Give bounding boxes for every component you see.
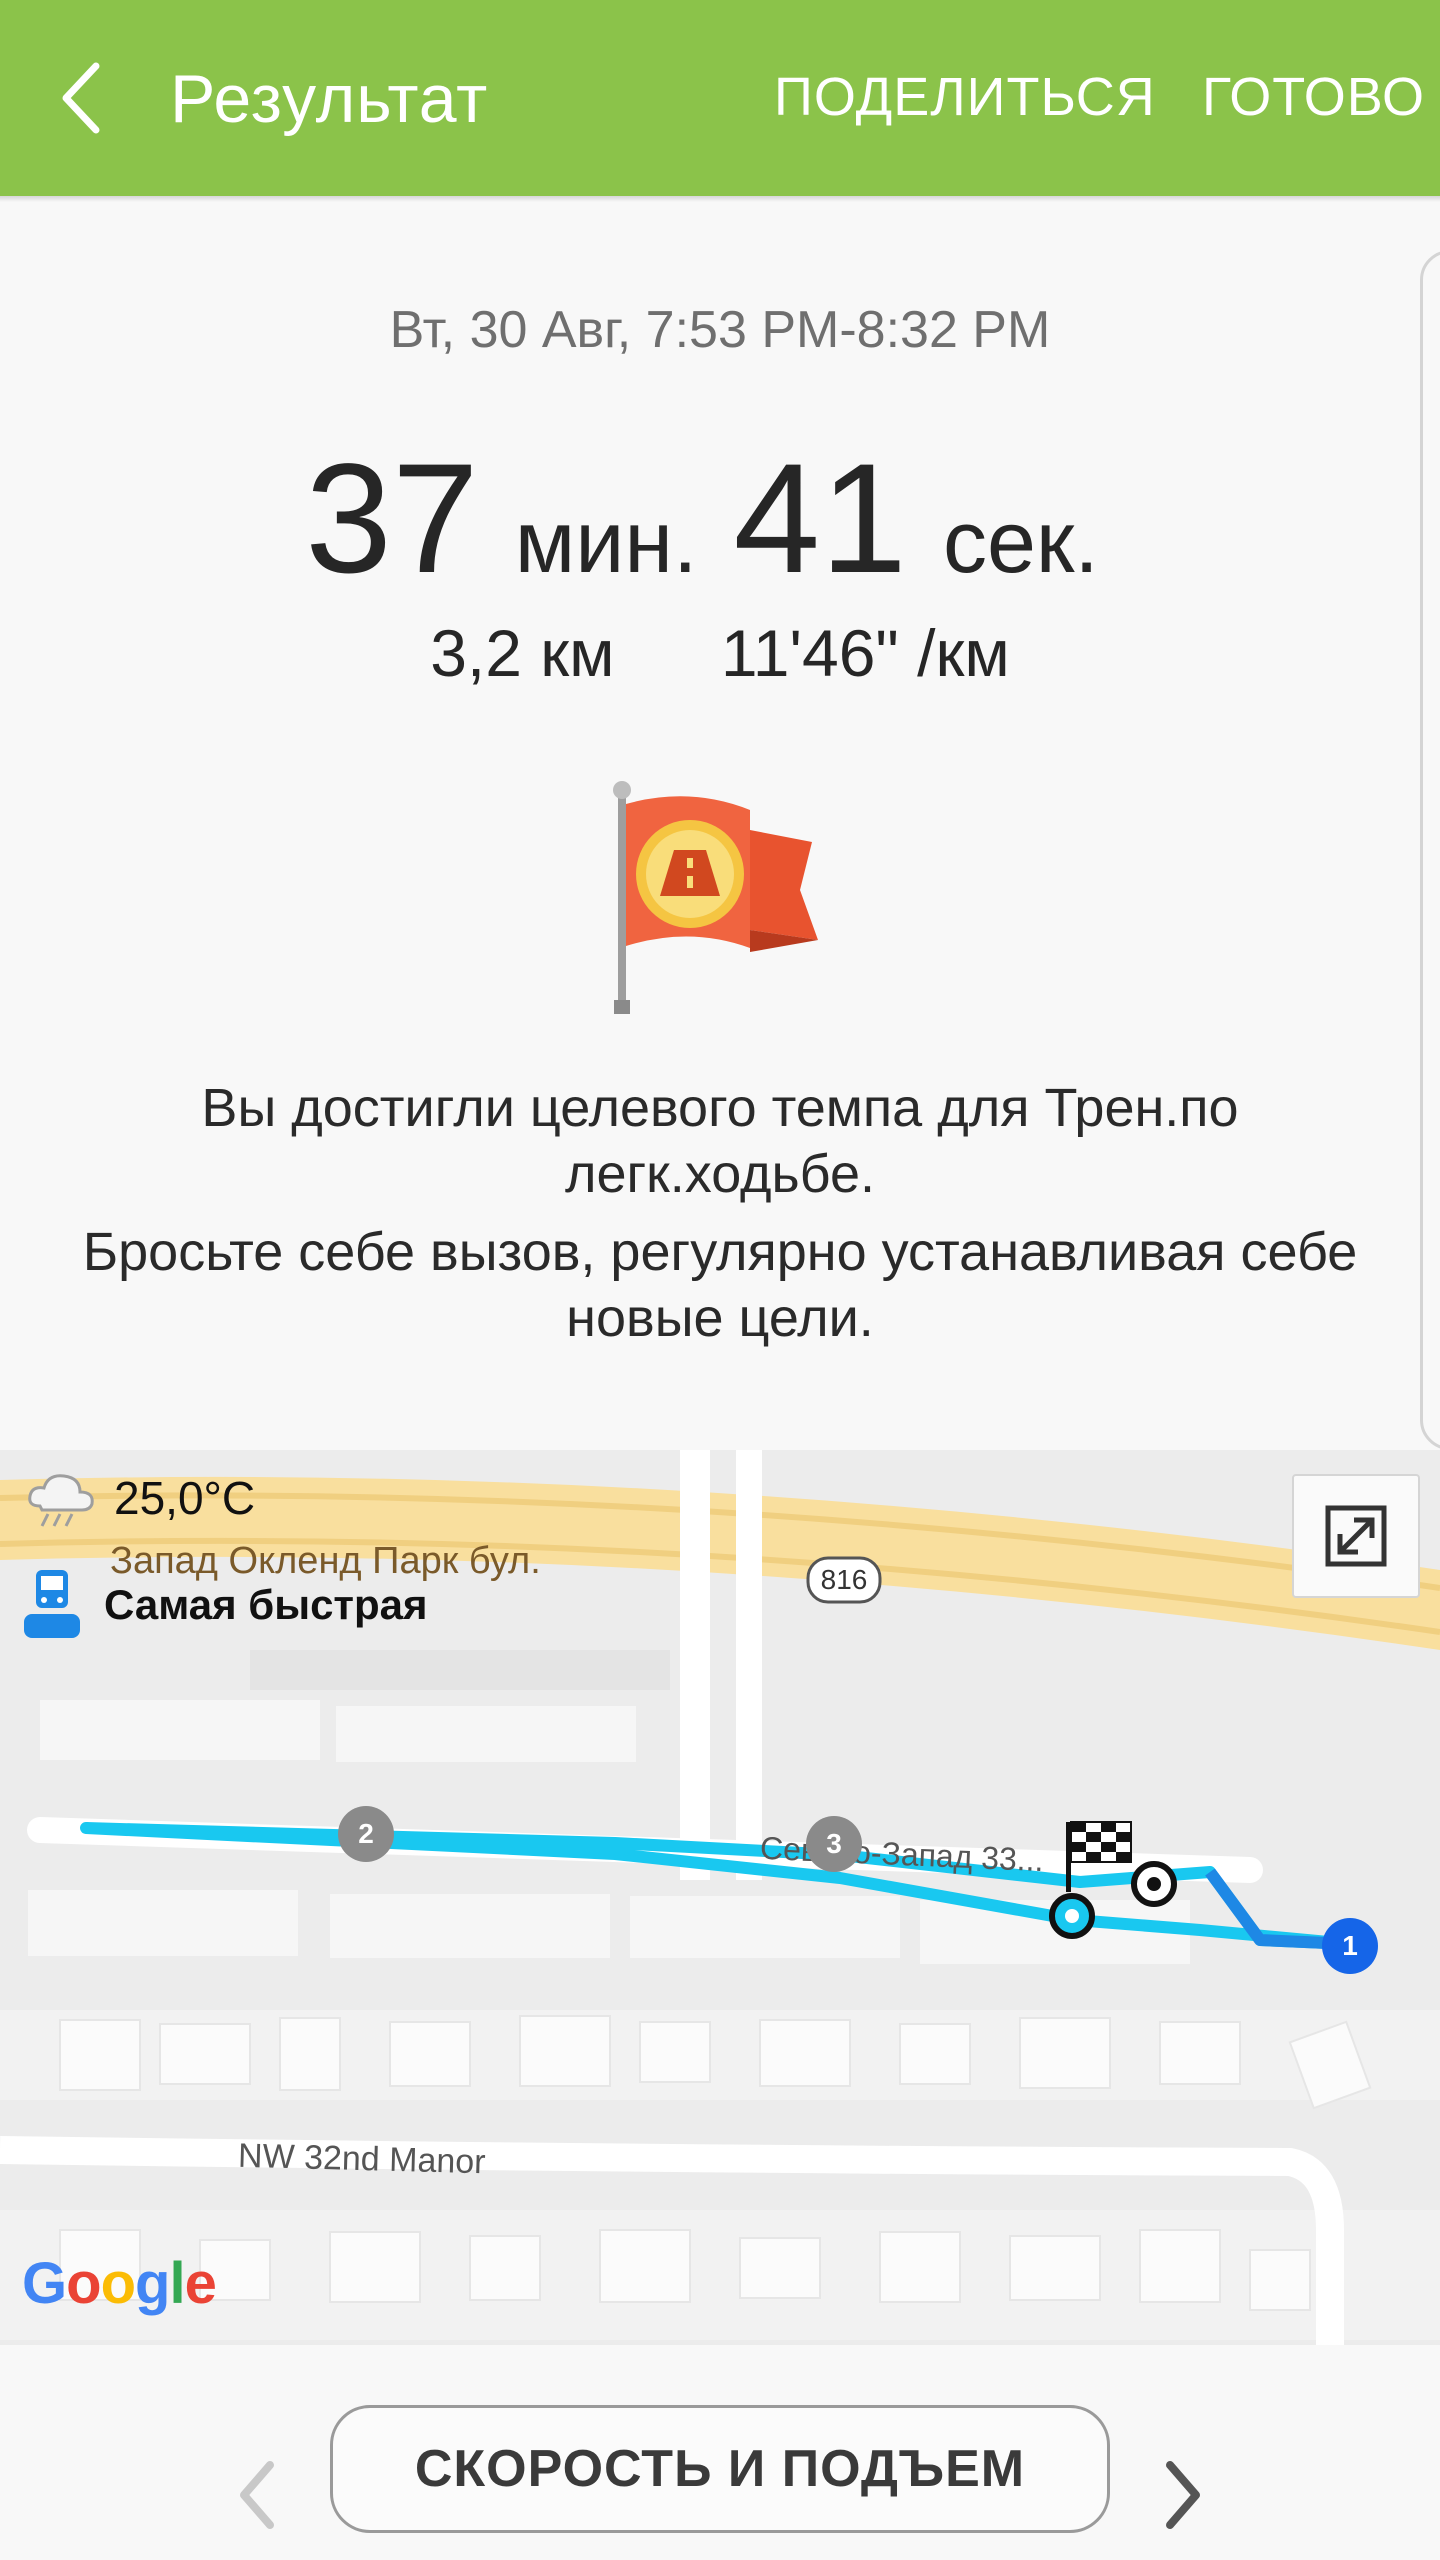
route-marker-3[interactable]: 3 [806,1816,862,1872]
route-map[interactable]: 816 25,0°C Запад Окленд Парк бул. Самая … [0,1450,1440,2345]
page-title: Результат [170,61,489,137]
route-marker-2[interactable]: 2 [338,1806,394,1862]
start-point-icon [1049,1893,1095,1939]
transport-label: Самая быстрая [104,1581,428,1628]
duration-seconds: 41 [733,432,907,606]
speed-elevation-button[interactable]: СКОРОСТЬ И ПОДЪЕМ [330,2405,1110,2533]
workout-datetime: Вт, 30 Авг, 7:53 PM-8:32 PM [389,301,1051,359]
message-line-2: Бросьте себе вызов, регулярно устанавлив… [82,1222,1358,1348]
google-logo: Google [22,2251,217,2316]
temperature-label: 25,0°C [114,1472,256,1524]
message-line-1: Вы достигли целевого темпа для Трен.по л… [201,1078,1239,1204]
done-button[interactable]: ГОТОВО [1202,66,1425,128]
expand-map-button[interactable] [1292,1474,1420,1598]
app-bar-shadow [0,196,1440,202]
workout-pace: 11'46" /км [720,616,1010,690]
bus-icon [24,1570,80,1638]
duration-minutes-unit: мин. [514,492,698,591]
end-point-icon [1131,1861,1177,1907]
route-marker-1[interactable]: 1 [1322,1918,1378,1974]
workout-distance: 3,2 км [430,616,615,690]
bottom-nav: СКОРОСТЬ И ПОДЪЕМ [0,2345,1440,2560]
workout-duration: 37 мин. 41 сек. [0,430,1440,609]
road-shield-label: 816 [820,1564,868,1595]
share-button[interactable]: ПОДЕЛИТЬСЯ [774,66,1156,128]
expand-icon [1325,1505,1387,1567]
back-arrow-icon[interactable] [52,58,116,138]
cloud-rain-icon [28,1474,94,1527]
achievement-message: Вы достигли целевого темпа для Трен.по л… [80,1075,1360,1351]
workout-stats: 3,2 км 11'46" /км [0,615,1440,691]
weather-widget: 25,0°C [22,1468,255,1528]
street-label-bottom: NW 32nd Manor [237,2136,487,2182]
duration-seconds-unit: сек. [942,492,1099,591]
transport-mode: Самая быстрая [24,1570,428,1640]
next-arrow-icon[interactable] [1152,2455,1212,2535]
achievement-flag-icon [613,781,818,1014]
duration-minutes: 37 [305,432,479,606]
previous-arrow-icon[interactable] [228,2455,288,2535]
app-bar: Результат ПОДЕЛИТЬСЯ ГОТОВО [0,0,1440,196]
